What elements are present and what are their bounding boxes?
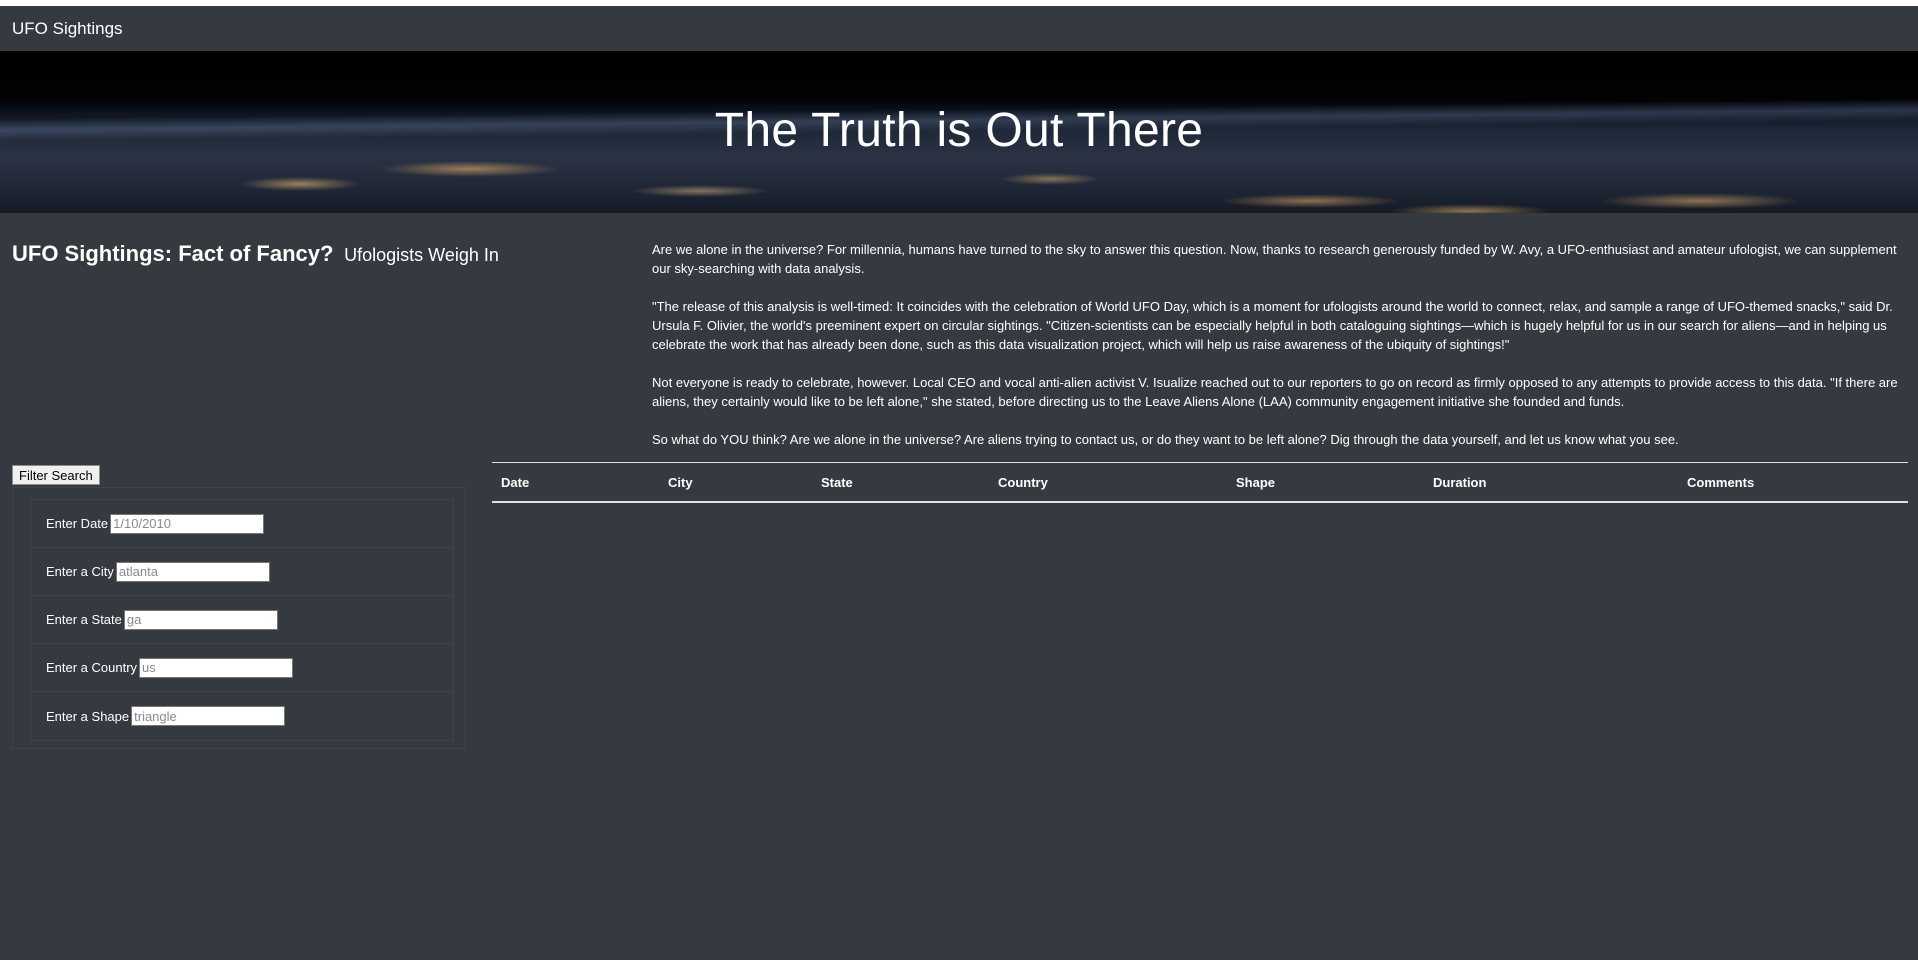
column-header-city: City	[659, 462, 812, 503]
filter-item-state: Enter a State	[31, 596, 453, 644]
headline-main: UFO Sightings: Fact of Fancy?	[12, 241, 334, 266]
navbar: UFO Sightings	[0, 6, 1918, 51]
state-filter-input[interactable]	[123, 609, 278, 630]
column-header-duration: Duration	[1424, 462, 1678, 503]
shape-filter-input[interactable]	[131, 706, 286, 726]
country-filter-label: Enter a Country	[46, 660, 138, 675]
shape-filter-label: Enter a Shape	[46, 708, 130, 724]
column-header-shape: Shape	[1227, 462, 1424, 503]
filter-list: Enter Date Enter a City Enter a State En…	[30, 499, 454, 741]
navbar-brand-link[interactable]: UFO Sightings	[12, 19, 123, 39]
article-paragraph: So what do YOU think? Are we alone in th…	[652, 432, 1679, 447]
hero-title: The Truth is Out There	[714, 104, 1204, 157]
date-filter-label: Enter Date	[46, 516, 109, 531]
city-filter-label: Enter a City	[46, 564, 114, 579]
article-headline: UFO Sightings: Fact of Fancy? Ufologists…	[12, 240, 499, 268]
state-filter-label: Enter a State	[46, 612, 122, 627]
date-filter-input[interactable]	[110, 513, 265, 534]
column-header-country: Country	[989, 462, 1227, 503]
table-header-row: Date City State Country Shape Duration C…	[492, 462, 1908, 503]
column-header-state: State	[812, 462, 989, 503]
filter-item-country: Enter a Country	[31, 644, 453, 692]
country-filter-input[interactable]	[139, 657, 294, 678]
article-body: Are we alone in the universe? For millen…	[652, 240, 1910, 468]
hero-banner: The Truth is Out There	[0, 51, 1918, 213]
city-filter-input[interactable]	[115, 561, 270, 582]
headline-subtitle: Ufologists Weigh In	[344, 245, 499, 265]
filter-item-city: Enter a City	[31, 548, 453, 596]
table-header: Date City State Country Shape Duration C…	[492, 462, 1908, 503]
filter-item-date: Enter Date	[31, 500, 453, 548]
filter-item-shape: Enter a Shape	[31, 692, 453, 740]
column-header-date: Date	[492, 462, 659, 503]
column-header-comments: Comments	[1678, 462, 1908, 503]
filter-search-button[interactable]: Filter Search	[12, 465, 100, 485]
article-paragraph: Not everyone is ready to celebrate, howe…	[652, 375, 1898, 409]
article-paragraph: Are we alone in the universe? For millen…	[652, 242, 1897, 276]
article-paragraph: "The release of this analysis is well-ti…	[652, 299, 1893, 352]
ufo-sightings-table: Date City State Country Shape Duration C…	[492, 462, 1908, 503]
